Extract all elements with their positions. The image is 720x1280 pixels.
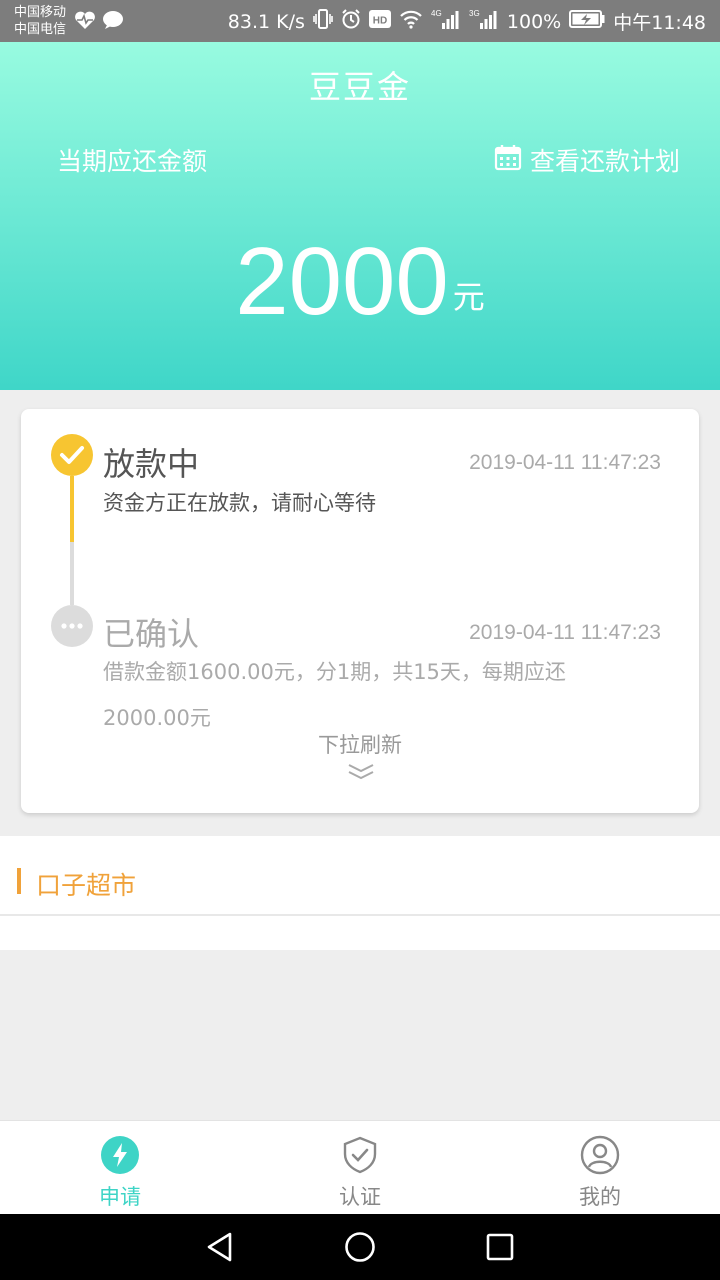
view-repayment-plan-label: 查看还款计划 [529,147,680,176]
signal-1-icon: 4G [431,8,461,35]
check-icon [51,434,93,476]
step-1-time: 2019-04-11 11:47:23 [469,451,661,474]
step-1-desc: 资金方正在放款，请耐心等待 [103,491,376,515]
step-1-title: 放款中 [103,445,200,483]
network-speed: 83.1 K/s [227,10,305,33]
tab-verify[interactable]: 认证 [240,1121,480,1214]
back-triangle-icon[interactable] [204,1231,236,1267]
carrier-1: 中国移动 [14,5,67,20]
status-bar: 中国移动 中国电信 83.1 K/s HD 4G 3G 100% 中午11:48 [0,0,720,42]
app-title: 豆豆金 [308,68,411,106]
tab-mine[interactable]: 我的 [480,1121,720,1214]
signal-1-label: 4G [431,9,442,18]
carrier-2: 中国电信 [14,22,67,37]
carrier-info: 中国移动 中国电信 [14,4,66,38]
tab-mine-label: 我的 [579,1185,621,1209]
timeline-line-active [70,476,74,542]
message-bubble-icon [102,10,124,34]
vibrate-icon [313,8,333,35]
section-divider [0,914,720,916]
tab-apply-label: 申请 [99,1185,141,1209]
recents-square-icon[interactable] [484,1231,516,1267]
bottom-nav: 申请 认证 我的 [0,1120,720,1214]
signal-2-label: 3G [469,9,480,18]
shield-check-icon [340,1135,380,1175]
section-accent-bar [17,868,21,894]
home-circle-icon[interactable] [344,1231,376,1267]
due-amount-label: 当期应还金额 [57,147,208,176]
step-2-time: 2019-04-11 11:47:23 [469,621,661,644]
battery-percent: 100% [506,10,562,33]
battery-icon [569,10,605,33]
timeline-line-pending [70,542,74,605]
calendar-icon [494,143,522,177]
tab-verify-label: 认证 [339,1185,381,1209]
more-dots-icon [51,605,93,647]
double-chevron-down-icon [347,761,375,785]
view-repayment-plan-link[interactable]: 查看还款计划 [494,142,680,178]
loan-market-title: 口子超市 [36,871,137,900]
health-heart-icon [74,10,96,34]
due-amount-unit: 元 [452,278,485,316]
wifi-icon [399,9,423,34]
hd-icon: HD [368,10,391,33]
system-nav-bar [0,1214,720,1280]
tab-apply[interactable]: 申请 [0,1121,240,1214]
loan-progress-card: 放款中 2019-04-11 11:47:23 资金方正在放款，请耐心等待 已确… [21,409,699,813]
due-amount-value: 2000 [235,228,449,335]
lightning-icon [100,1135,140,1175]
svg-text:HD: HD [373,16,387,27]
user-icon [580,1135,620,1175]
alarm-icon [341,9,361,34]
step-2-desc: 借款金额1600.00元，分1期，共15天，每期应还2000.00元 [103,660,566,730]
pull-to-refresh-hint: 下拉刷新 [318,733,402,757]
due-amount: 2000 元 [0,232,720,332]
loan-market-section: 口子超市 [0,836,720,950]
signal-2-icon: 3G [469,8,499,35]
clock: 中午11:48 [613,12,706,34]
header-banner: 豆豆金 当期应还金额 查看还款计划 2000 元 [0,42,720,390]
